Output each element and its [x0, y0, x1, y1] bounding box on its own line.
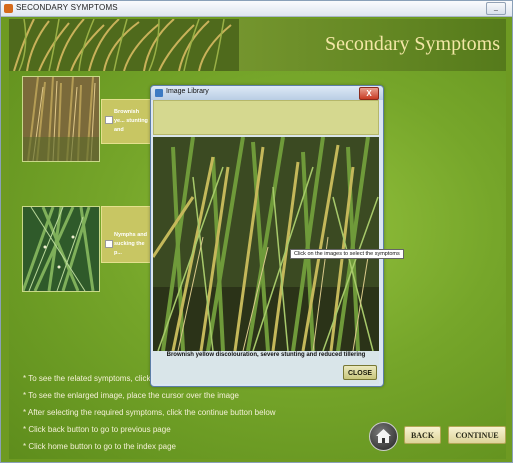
dialog-panel: Brownish yellow discolouration, severe s…: [153, 100, 379, 384]
tooltip: Click on the images to select the sympto…: [290, 249, 404, 259]
close-button[interactable]: CLOSE: [343, 365, 377, 380]
continue-button[interactable]: CONTINUE: [448, 426, 506, 444]
instruction-item: * After selecting the required symptoms,…: [23, 408, 276, 417]
instruction-item: * Click back button to go to previous pa…: [23, 425, 171, 434]
back-button[interactable]: BACK: [404, 426, 441, 444]
image-caption: Brownish yellow discolouration, severe s…: [166, 352, 366, 358]
application-window: SECONDARY SYMPTOMS _ Secondary Symptoms: [0, 0, 513, 463]
symptom-text-1: Brownish ye... stunting and: [114, 109, 148, 133]
symptom-label-1: Brownish ye... stunting and: [101, 99, 153, 144]
minimize-button[interactable]: _: [486, 2, 506, 15]
symptom-checkbox-1[interactable]: [105, 116, 113, 124]
header-banner: Secondary Symptoms: [9, 19, 506, 71]
dialog-title: Image Library: [166, 88, 209, 95]
page-heading: Secondary Symptoms: [325, 33, 500, 55]
instruction-item: * Click home button to go to the index p…: [23, 442, 176, 451]
image-library-icon: [155, 89, 163, 97]
window-titlebar: SECONDARY SYMPTOMS _: [1, 1, 512, 17]
symptom-text-2: Nymphs and sucking the p...: [114, 232, 148, 256]
rice-plants-photo: [153, 137, 379, 351]
dialog-header-bar: [153, 100, 379, 135]
dialog-close-icon[interactable]: X: [359, 87, 379, 100]
window-title: SECONDARY SYMPTOMS: [16, 3, 118, 12]
rice-field-photo: [23, 77, 99, 161]
symptom-thumbnail-1[interactable]: [22, 76, 100, 162]
grass-banner-image: [9, 19, 239, 71]
instruction-item: * To see the enlarged image, place the c…: [23, 391, 239, 400]
enlarged-symptom-image[interactable]: [153, 137, 379, 351]
symptom-label-2: Nymphs and sucking the p...: [101, 206, 153, 263]
symptom-checkbox-2[interactable]: [105, 240, 113, 248]
home-icon: [376, 429, 391, 443]
rice-leaves-photo: [23, 207, 99, 291]
image-library-dialog: Image Library X Brownish yellow discolou…: [150, 85, 384, 387]
symptom-thumbnail-2[interactable]: [22, 206, 100, 292]
dialog-titlebar: Image Library X: [151, 86, 383, 100]
app-icon: [4, 4, 13, 13]
home-button[interactable]: [369, 422, 398, 451]
